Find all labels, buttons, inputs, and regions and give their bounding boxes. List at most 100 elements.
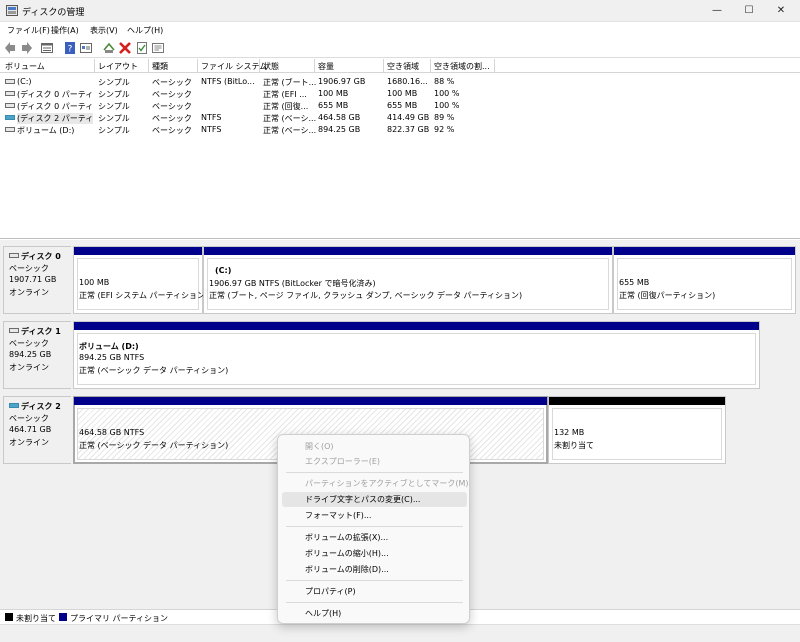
check-icon[interactable]: [135, 41, 149, 55]
legend-primary-label: プライマリ パーティション: [70, 614, 169, 623]
disk-icon: [9, 253, 19, 258]
col-capacity[interactable]: 容量: [318, 61, 334, 72]
menu-action[interactable]: 操作(A): [51, 25, 79, 36]
partition-desc: 正常 (回復パーティション): [619, 291, 716, 300]
menu-file[interactable]: ファイル(F): [7, 25, 50, 36]
partition-size: 655 MB: [619, 278, 650, 287]
table-row[interactable]: ボリューム (D:) シンプル ベーシック NTFS 正常 (ベーシ... 89…: [0, 124, 800, 136]
col-free[interactable]: 空き領域: [387, 61, 419, 72]
forward-icon[interactable]: [19, 41, 33, 55]
list-view-icon[interactable]: [40, 41, 54, 55]
col-layout[interactable]: レイアウト: [98, 61, 138, 72]
partition-size: 464.58 GB NTFS: [79, 428, 145, 437]
disk-status: オンライン: [9, 438, 49, 447]
cell-pct: 100 %: [434, 89, 460, 98]
col-status[interactable]: 状態: [263, 61, 279, 72]
refresh-icon[interactable]: [102, 41, 116, 55]
disk-type: ベーシック: [9, 414, 49, 423]
ctx-change-drive-letter[interactable]: ドライブ文字とパスの変更(C)...: [282, 492, 467, 507]
partition-desc: 未割り当て: [554, 441, 594, 450]
disk-type: ベーシック: [9, 264, 49, 273]
maximize-button[interactable]: ☐: [732, 0, 766, 22]
disk-status: オンライン: [9, 288, 49, 297]
ctx-properties[interactable]: プロパティ(P): [282, 584, 467, 599]
ctx-open[interactable]: 開く(O): [282, 439, 467, 454]
ctx-format[interactable]: フォーマット(F)...: [282, 508, 467, 523]
cell-free: 822.37 GB: [387, 125, 430, 134]
cell-layout: シンプル: [98, 90, 130, 99]
col-free-pct[interactable]: 空き領域の割...: [434, 61, 490, 72]
partition-c[interactable]: (C:) 1906.97 GB NTFS (BitLocker で暗号化済み) …: [203, 246, 613, 314]
menu-view[interactable]: 表示(V): [90, 25, 118, 36]
partition-size: 1906.97 GB NTFS (BitLocker で暗号化済み): [209, 279, 376, 288]
cell-pct: 88 %: [434, 77, 455, 86]
properties-icon[interactable]: [79, 41, 93, 55]
delete-icon[interactable]: [118, 41, 132, 55]
disk-icon: [9, 328, 19, 333]
toolbar: ?: [0, 38, 800, 58]
cell-volume: (ディスク 0 パーティショ...: [17, 90, 93, 99]
ctx-delete-volume[interactable]: ボリュームの削除(D)...: [282, 562, 467, 577]
disk-status: オンライン: [9, 363, 49, 372]
partition-size: 100 MB: [79, 278, 110, 287]
table-row[interactable]: (ディスク 0 パーティショ... シンプル ベーシック 正常 (回復... 6…: [0, 100, 800, 112]
cell-capacity: 100 MB: [318, 89, 349, 98]
ctx-extend-volume[interactable]: ボリュームの拡張(X)...: [282, 530, 467, 545]
cell-layout: シンプル: [98, 114, 130, 123]
ctx-separator: [286, 472, 463, 473]
menu-help[interactable]: ヘルプ(H): [127, 25, 163, 36]
cell-layout: シンプル: [98, 102, 130, 111]
table-row[interactable]: (C:) シンプル ベーシック NTFS (BitLo... 正常 (ブート..…: [0, 76, 800, 88]
legend-unallocated-label: 未割り当て: [16, 614, 56, 623]
cell-layout: シンプル: [98, 126, 130, 135]
cell-volume: ボリューム (D:): [17, 126, 75, 135]
table-row[interactable]: (ディスク 0 パーティショ... シンプル ベーシック 正常 (EFI ...…: [0, 88, 800, 100]
table-row[interactable]: (ディスク 2 パーティショ... シンプル ベーシック NTFS 正常 (ベー…: [0, 112, 800, 124]
cell-volume: (ディスク 0 パーティショ...: [17, 102, 93, 111]
partition-desc: 正常 (ブート, ページ ファイル, クラッシュ ダンプ, ベーシック データ …: [209, 291, 523, 300]
volume-list: ボリューム レイアウト 種類 ファイル システム 状態 容量 空き領域 空き領域…: [0, 59, 800, 239]
drive-icon: [5, 91, 15, 96]
minimize-button[interactable]: —: [700, 0, 734, 22]
disk-0-label[interactable]: ディスク 0 ベーシック 1907.71 GB オンライン: [3, 246, 71, 314]
col-type[interactable]: 種類: [152, 61, 168, 72]
partition-size: 894.25 GB NTFS: [79, 353, 145, 362]
partition-title: (C:): [215, 266, 232, 275]
disk-1-label[interactable]: ディスク 1 ベーシック 894.25 GB オンライン: [3, 321, 71, 389]
unallocated-bar: [549, 397, 725, 405]
partition-efi[interactable]: 100 MB 正常 (EFI システム パーティション): [73, 246, 208, 314]
cell-pct: 89 %: [434, 113, 455, 122]
col-filesystem[interactable]: ファイル システム: [201, 61, 267, 72]
back-icon[interactable]: [4, 41, 18, 55]
cell-pct: 100 %: [434, 101, 460, 110]
details-icon[interactable]: [151, 41, 165, 55]
cell-fs: NTFS (BitLo...: [201, 77, 255, 86]
drive-icon: [5, 127, 15, 132]
title-bar: ディスクの管理 — ☐ ✕: [0, 0, 800, 22]
ctx-mark-active[interactable]: パーティションをアクティブとしてマーク(M): [282, 476, 469, 491]
legend-primary-swatch: [59, 613, 67, 621]
disk-size: 1907.71 GB: [9, 275, 57, 284]
ctx-help[interactable]: ヘルプ(H): [282, 606, 467, 621]
cell-capacity: 894.25 GB: [318, 125, 361, 134]
col-volume[interactable]: ボリューム: [5, 61, 45, 72]
cell-type: ベーシック: [152, 102, 192, 111]
cell-status: 正常 (ベーシ...: [263, 126, 317, 135]
partition-unallocated[interactable]: 132 MB 未割り当て: [548, 396, 726, 464]
disk-name: ディスク 2: [21, 402, 61, 411]
partition-recovery[interactable]: 655 MB 正常 (回復パーティション): [613, 246, 796, 314]
ctx-explorer[interactable]: エクスプローラー(E): [282, 454, 467, 469]
drive-icon: [5, 103, 15, 108]
disk-size: 464.71 GB: [9, 425, 52, 434]
close-button[interactable]: ✕: [764, 0, 798, 22]
drive-teal-icon: [5, 115, 15, 120]
disk-2-label[interactable]: ディスク 2 ベーシック 464.71 GB オンライン: [3, 396, 71, 464]
primary-partition-bar: [74, 247, 202, 255]
partition-d[interactable]: ボリューム (D:) 894.25 GB NTFS 正常 (ベーシック データ …: [73, 321, 760, 389]
ctx-shrink-volume[interactable]: ボリュームの縮小(H)...: [282, 546, 467, 561]
cell-fs: NTFS: [201, 125, 222, 134]
help-icon[interactable]: ?: [63, 41, 77, 55]
window-title: ディスクの管理: [22, 8, 85, 18]
primary-partition-bar: [74, 322, 759, 330]
cell-type: ベーシック: [152, 114, 192, 123]
